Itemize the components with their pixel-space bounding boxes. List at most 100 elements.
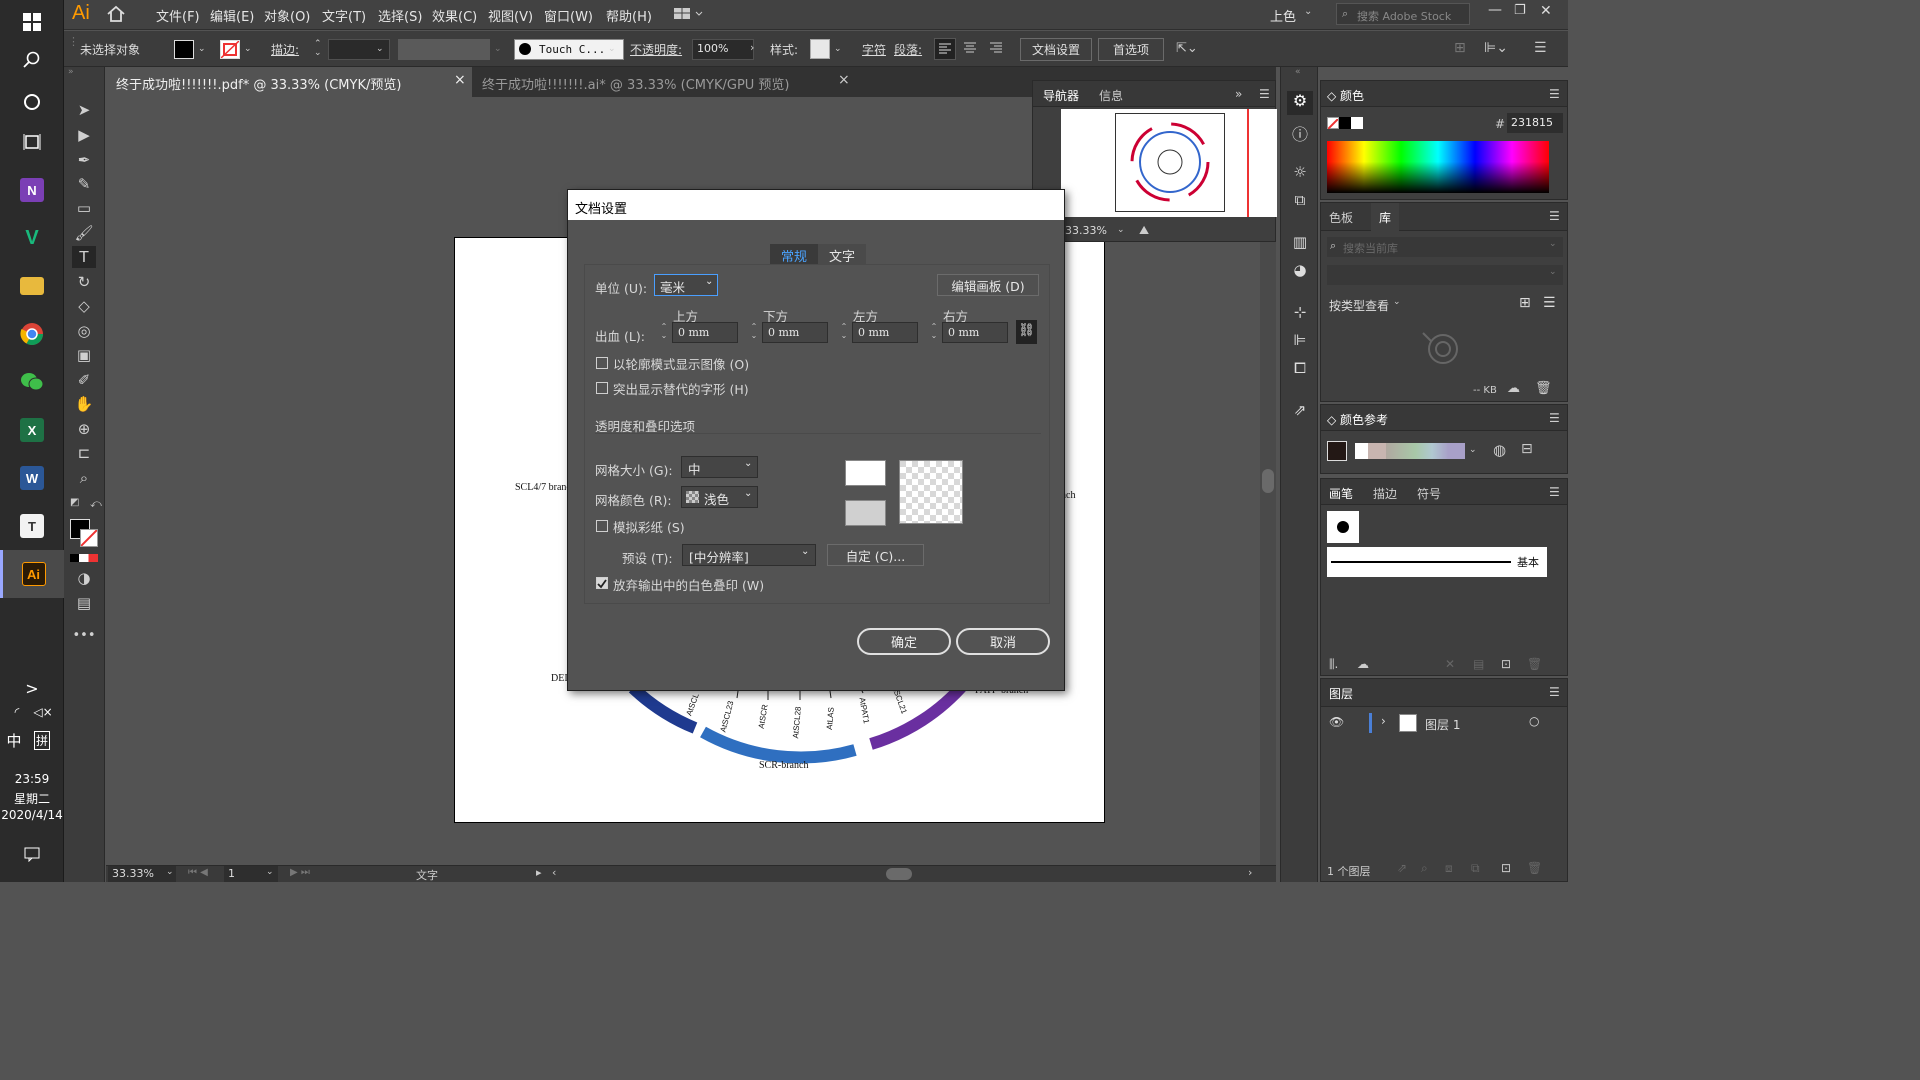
chevron-down-icon[interactable]: ⌄ bbox=[1304, 6, 1312, 17]
none-color-swatch[interactable] bbox=[1327, 117, 1339, 130]
transform-icon[interactable]: ⊞ bbox=[1454, 40, 1466, 56]
rectangle-tool-icon[interactable]: ▭ bbox=[72, 197, 96, 219]
options-icon[interactable]: ▤ bbox=[1473, 657, 1484, 671]
highlight-glyphs-label[interactable]: 突出显示替代的字形 (H) bbox=[613, 379, 749, 398]
panel-menu-icon[interactable]: ☰ bbox=[1549, 485, 1560, 499]
stroke-label[interactable]: 描边: bbox=[271, 41, 299, 58]
grid-size-select[interactable]: 中 ⌄ bbox=[681, 456, 758, 478]
color-spectrum[interactable] bbox=[1327, 141, 1549, 193]
chevron-down-icon[interactable]: ⌄ bbox=[1117, 225, 1125, 235]
transparency-icon[interactable]: ◕ bbox=[1287, 261, 1313, 285]
bleed-right-stepper[interactable]: ⌃ ⌄ bbox=[929, 322, 939, 343]
pathfinder-icon[interactable]: ⧠ bbox=[1287, 359, 1313, 383]
simulate-paper-checkbox[interactable] bbox=[596, 520, 608, 532]
align-right-icon[interactable] bbox=[986, 38, 1008, 60]
align-objects-icon[interactable]: ⊫⌄ bbox=[1484, 40, 1508, 56]
search-icon[interactable]: ⌕ bbox=[1421, 861, 1428, 876]
screen-mode-icon[interactable]: ▤ bbox=[72, 592, 96, 614]
bleed-bottom-input[interactable]: 0 mm bbox=[762, 322, 828, 343]
search-icon[interactable] bbox=[14, 42, 50, 78]
task-view-icon[interactable] bbox=[14, 124, 50, 160]
arrange-documents-icon[interactable]: ⇱⌄ bbox=[1176, 41, 1198, 56]
type-tool-icon[interactable]: T bbox=[72, 246, 96, 268]
bleed-top-stepper[interactable]: ⌃ ⌄ bbox=[659, 322, 669, 343]
align-center-icon[interactable] bbox=[960, 38, 982, 60]
menu-item[interactable]: 帮助(H) bbox=[606, 6, 652, 25]
chrome-icon[interactable] bbox=[14, 316, 50, 352]
horizontal-scrollbar-thumb[interactable] bbox=[886, 868, 912, 880]
tab-swatches[interactable]: 色板 bbox=[1329, 209, 1353, 226]
grid-view-icon[interactable]: ⊞ bbox=[1519, 295, 1531, 311]
panel-menu-icon[interactable]: ☰ bbox=[1534, 40, 1547, 56]
transform-icon[interactable]: ⊹ bbox=[1287, 303, 1313, 327]
properties-icon[interactable]: ⚙ bbox=[1287, 91, 1313, 115]
link-bleed-icon[interactable]: ⛓ bbox=[1016, 320, 1037, 344]
document-tab-ai[interactable]: 终于成功啦!!!!!!!.ai* @ 33.33% (CMYK/GPU 预览) … bbox=[472, 67, 858, 97]
tab-type[interactable]: 文字 bbox=[818, 244, 866, 265]
variable-width-profile[interactable] bbox=[398, 39, 490, 60]
clock-time[interactable]: 23:59 bbox=[0, 772, 64, 786]
close-tab-icon[interactable]: × bbox=[454, 72, 466, 88]
swap-colors-icon[interactable]: ⤺ bbox=[90, 497, 102, 511]
zoom-tool-icon[interactable]: ⌕ bbox=[72, 467, 96, 489]
paintbrush-tool-icon[interactable]: 🖌 bbox=[72, 222, 96, 244]
puppet-warp-tool-icon[interactable]: ✋ bbox=[72, 393, 96, 415]
ok-button[interactable]: 确定 bbox=[857, 628, 951, 655]
library-search-input[interactable]: ⌕ 搜索当前库 ⌄ bbox=[1327, 237, 1563, 257]
bleed-bottom-stepper[interactable]: ⌃ ⌄ bbox=[749, 322, 759, 343]
chevron-down-icon[interactable]: ⌄ bbox=[376, 44, 384, 54]
paragraph-panel-link[interactable]: 段落: bbox=[894, 41, 922, 58]
tab-brushes[interactable]: 画笔 bbox=[1329, 485, 1353, 502]
basic-brush-row[interactable]: 基本 bbox=[1327, 547, 1547, 577]
bleed-top-input[interactable]: 0 mm bbox=[672, 322, 738, 343]
edit-artboards-button[interactable]: 编辑画板 (D) bbox=[937, 274, 1039, 296]
tab-symbols[interactable]: 符号 bbox=[1417, 485, 1441, 502]
eraser-tool-icon[interactable]: ◇ bbox=[72, 295, 96, 317]
menu-item[interactable]: 文件(F) bbox=[156, 6, 200, 25]
chevron-down-icon[interactable]: ⌄ bbox=[266, 867, 274, 877]
drawing-mode-icon[interactable]: ◑ bbox=[72, 567, 96, 589]
brush-library-icon[interactable]: ⫼. bbox=[1329, 657, 1338, 672]
chevron-down-icon[interactable]: ⌄ bbox=[834, 44, 842, 54]
typora-icon[interactable]: T bbox=[14, 508, 50, 544]
panel-menu-icon[interactable]: ☰ bbox=[1549, 411, 1560, 425]
black-swatch[interactable] bbox=[1339, 117, 1351, 129]
default-colors-icon[interactable]: ◩ bbox=[70, 497, 79, 508]
chevron-down-icon[interactable]: ⌄ bbox=[1549, 239, 1557, 249]
character-panel-link[interactable]: 字符 bbox=[862, 41, 886, 58]
trash-icon[interactable]: 🗑 bbox=[1527, 657, 1542, 671]
base-color-swatch[interactable] bbox=[1327, 441, 1347, 461]
export-icon[interactable]: ⇗ bbox=[1287, 401, 1313, 425]
selection-tool-icon[interactable]: ➤ bbox=[72, 99, 96, 121]
white-swatch[interactable] bbox=[1351, 117, 1363, 129]
warp-tool-icon[interactable]: ◎ bbox=[72, 320, 96, 342]
menu-item[interactable]: 窗口(W) bbox=[544, 6, 593, 25]
grid-color-select[interactable]: 浅色 ⌄ bbox=[681, 486, 758, 508]
workspace-name[interactable]: 上色 bbox=[1270, 6, 1296, 25]
menu-item[interactable]: 编辑(E) bbox=[210, 6, 254, 25]
view-by-type[interactable]: 按类型查看 bbox=[1329, 297, 1389, 314]
collapse-icon[interactable]: » bbox=[1235, 87, 1242, 101]
color-wheel-icon[interactable]: ◍ bbox=[1493, 441, 1506, 459]
chevron-right-icon[interactable]: › bbox=[1381, 714, 1386, 728]
library-selector[interactable]: ⌄ bbox=[1327, 265, 1563, 285]
chevron-down-icon[interactable]: ⌄ bbox=[494, 44, 502, 54]
artboard-tool-icon[interactable]: ⊏ bbox=[72, 442, 96, 464]
grid-color-swatch[interactable] bbox=[845, 500, 886, 526]
chevron-down-icon[interactable]: ⌄ bbox=[1469, 445, 1477, 455]
ime-language-indicator[interactable]: 中 bbox=[2, 722, 26, 758]
restore-button[interactable]: ❐ bbox=[1514, 3, 1526, 18]
excel-icon[interactable]: X bbox=[14, 412, 50, 448]
clipping-mask-icon[interactable]: ⧈ bbox=[1445, 861, 1453, 876]
pen-tool-icon[interactable]: ✒ bbox=[72, 149, 96, 171]
collapse-icon[interactable]: » bbox=[68, 67, 74, 77]
cancel-button[interactable]: 取消 bbox=[956, 628, 1050, 655]
gradient-tool-icon[interactable]: ▣ bbox=[72, 344, 96, 366]
align-icon[interactable]: ⊫ bbox=[1287, 331, 1313, 355]
wechat-icon[interactable] bbox=[14, 364, 50, 400]
stroke-swatch[interactable] bbox=[220, 40, 240, 59]
outline-images-checkbox[interactable] bbox=[596, 357, 608, 369]
panel-menu-icon[interactable]: ☰ bbox=[1259, 87, 1270, 101]
panel-menu-icon[interactable]: ☰ bbox=[1549, 87, 1560, 101]
tab-info[interactable]: 信息 bbox=[1099, 87, 1123, 104]
